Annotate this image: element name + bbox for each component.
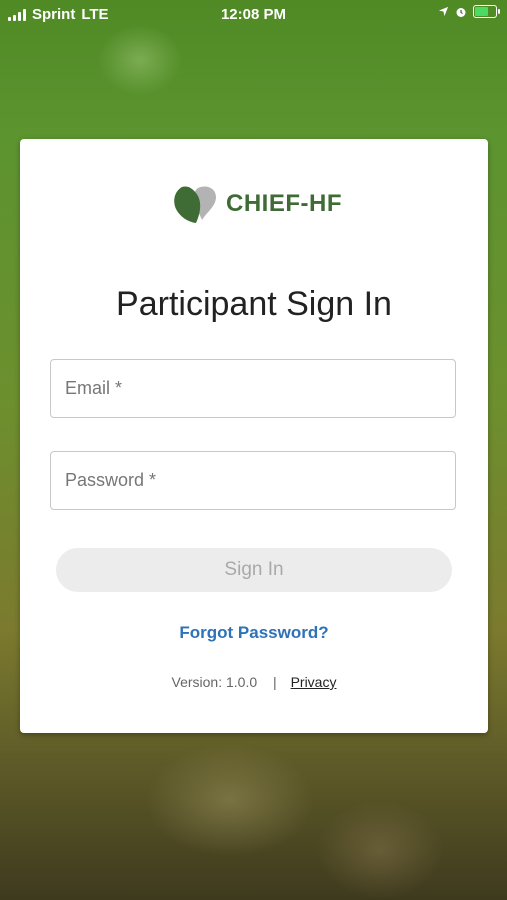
location-arrow-icon (438, 6, 449, 17)
status-right (438, 5, 500, 18)
page-title: Participant Sign In (116, 285, 392, 323)
privacy-link[interactable]: Privacy (291, 674, 337, 690)
footer: Version: 1.0.0 | Privacy (20, 674, 488, 690)
forgot-password-link[interactable]: Forgot Password? (20, 623, 488, 643)
footer-separator: | (273, 674, 277, 690)
email-field-container (50, 359, 456, 418)
password-field-container (50, 451, 456, 510)
sign-in-button[interactable]: Sign In (56, 548, 452, 592)
version-text: Version: 1.0.0 (171, 674, 258, 690)
signin-card: CHIEF-HF Participant Sign In Sign In For… (20, 139, 488, 733)
logo-text: CHIEF-HF (226, 190, 342, 217)
email-field[interactable] (51, 360, 455, 417)
heart-leaf-logo-icon (174, 186, 216, 223)
status-bar: Sprint LTE 12:08 PM (0, 0, 507, 30)
battery-icon (473, 5, 500, 18)
alarm-icon (456, 7, 466, 17)
status-time: 12:08 PM (220, 6, 287, 23)
password-field[interactable] (51, 452, 455, 509)
app-logo: CHIEF-HF (172, 184, 342, 224)
